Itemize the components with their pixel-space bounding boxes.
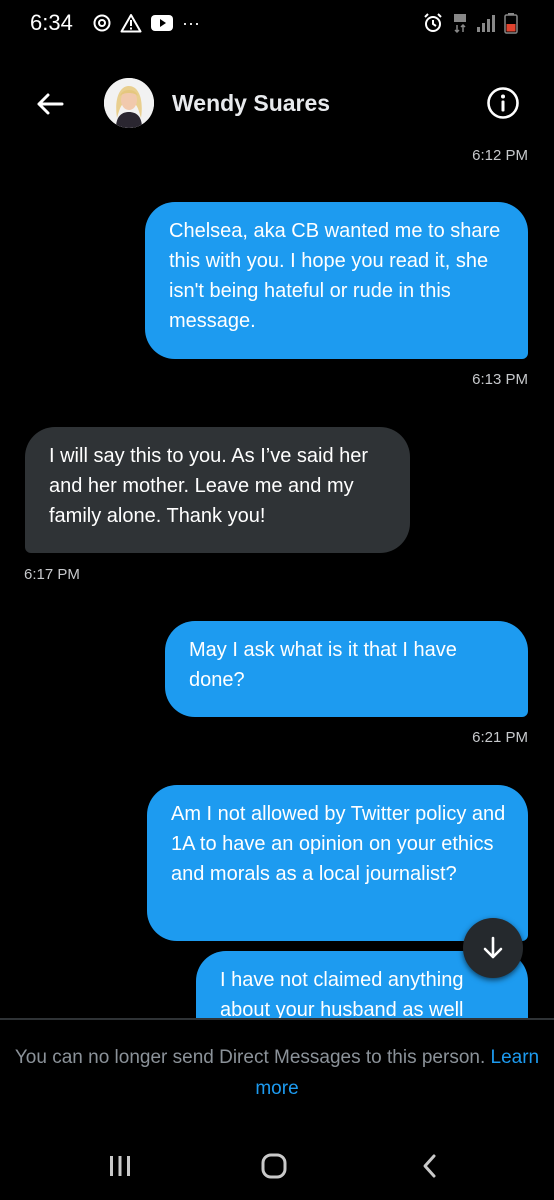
alarm-icon: [424, 13, 442, 32]
more-notifications: ···: [182, 13, 200, 33]
conversation-header: Wendy Suares: [0, 60, 554, 150]
outgoing-message-bubble[interactable]: Chelsea, aka CB wanted me to share this …: [145, 202, 528, 359]
youtube-icon: [151, 15, 173, 31]
outgoing-message-bubble[interactable]: May I ask what is it that I have done?: [165, 621, 528, 717]
recents-icon: [110, 1156, 130, 1176]
outgoing-message-bubble[interactable]: Am I not allowed by Twitter policy and 1…: [147, 785, 528, 941]
message-timestamp: 6:13 PM: [472, 371, 528, 388]
back-arrow-icon[interactable]: [34, 88, 66, 120]
avatar-image: [104, 78, 154, 128]
recents-button[interactable]: [100, 1148, 140, 1184]
battery-icon: [504, 13, 518, 34]
arrow-down-icon: [483, 936, 503, 959]
signal-icon: [477, 15, 495, 32]
message-timestamp: 6:17 PM: [24, 566, 80, 583]
notice-text: You can no longer send Direct Messages t…: [14, 1047, 486, 1068]
dm-disabled-notice: You can no longer send Direct Messages t…: [0, 1042, 554, 1104]
message-timestamp: 6:12 PM: [472, 147, 528, 164]
sync-icon: [93, 14, 111, 32]
home-button[interactable]: [254, 1148, 294, 1184]
info-icon[interactable]: [486, 86, 520, 120]
status-right-icons: [422, 12, 518, 34]
divider: [0, 1018, 554, 1020]
status-time: 6:34: [30, 10, 73, 35]
warning-icon: [120, 14, 142, 33]
contact-name[interactable]: Wendy Suares: [172, 90, 330, 117]
status-left-icons: ···: [92, 12, 200, 34]
status-bar: 6:34 ···: [0, 0, 554, 48]
back-chevron-icon: [423, 1154, 436, 1178]
scroll-to-bottom-button[interactable]: [463, 918, 523, 978]
4g-lte-icon: [454, 14, 466, 34]
incoming-message-bubble[interactable]: I will say this to you. As I’ve said her…: [25, 427, 410, 553]
message-list[interactable]: 6:12 PM Chelsea, aka CB wanted me to sha…: [0, 140, 554, 1018]
message-timestamp: 6:21 PM: [472, 729, 528, 746]
back-button[interactable]: [410, 1148, 450, 1184]
system-nav-bar: [0, 1130, 554, 1200]
home-icon: [261, 1153, 287, 1179]
avatar[interactable]: [104, 78, 154, 128]
